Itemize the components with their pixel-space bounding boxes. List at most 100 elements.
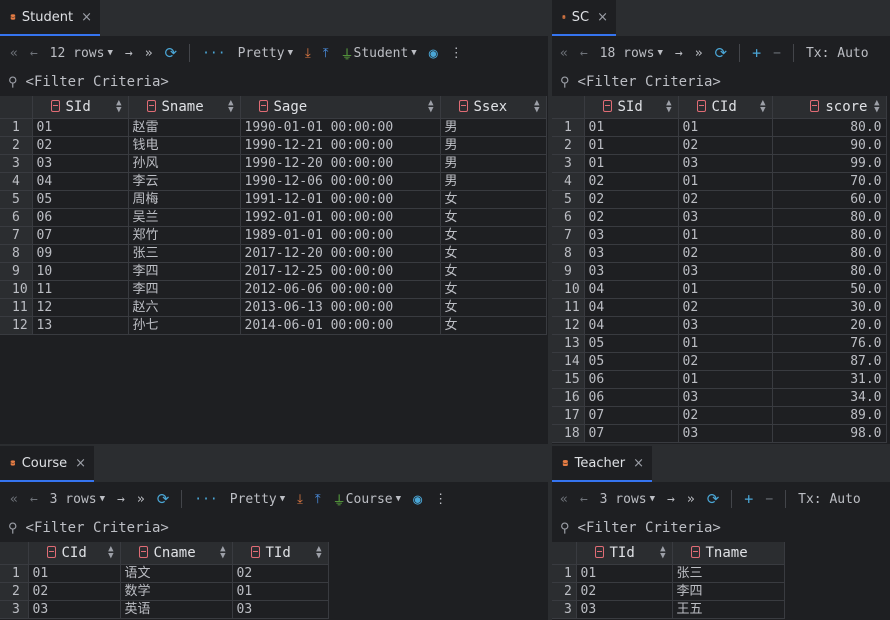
table-row[interactable]: 6 06 吴兰 1992-01-01 00:00:00 女 bbox=[0, 208, 547, 227]
table-cell[interactable]: 89.0 bbox=[772, 406, 887, 425]
close-icon[interactable]: × bbox=[81, 10, 92, 25]
table-cell[interactable]: 01 bbox=[678, 172, 773, 191]
rows-count-dropdown[interactable]: 12 rows ▼ bbox=[44, 41, 119, 65]
rows-count-dropdown[interactable]: 3 rows ▼ bbox=[594, 487, 661, 511]
table-row[interactable]: 9 03 03 80.0 bbox=[552, 262, 887, 281]
table-cell[interactable]: 03 bbox=[584, 244, 679, 263]
sort-icon[interactable]: ▲ ▼ bbox=[874, 99, 879, 115]
table-row[interactable]: 14 05 02 87.0 bbox=[552, 352, 887, 371]
table-cell[interactable]: 05 bbox=[584, 334, 679, 353]
table-cell[interactable]: 1991-12-01 00:00:00 bbox=[240, 190, 441, 209]
table-cell[interactable]: 张三 bbox=[672, 564, 785, 583]
table-row[interactable]: 11 12 赵六 2013-06-13 00:00:00 女 bbox=[0, 298, 547, 317]
sort-icon[interactable]: ▲ ▼ bbox=[108, 545, 113, 561]
filter-criteria[interactable]: <Filter Criteria> bbox=[26, 74, 169, 90]
table-row[interactable]: 1 01 赵雷 1990-01-01 00:00:00 男 bbox=[0, 118, 547, 137]
table-cell[interactable]: 03 bbox=[584, 262, 679, 281]
table-cell[interactable]: 郑竹 bbox=[128, 226, 241, 245]
last-page-icon[interactable]: » bbox=[689, 41, 709, 65]
kebab-menu-icon[interactable]: ⋮ bbox=[428, 487, 453, 511]
more-icon[interactable]: ··· bbox=[188, 487, 223, 511]
column-header[interactable]: CId ▲ ▼ bbox=[678, 96, 773, 119]
table-cell[interactable]: 99.0 bbox=[772, 154, 887, 173]
refresh-icon[interactable]: ⟳ bbox=[159, 41, 184, 65]
table-cell[interactable]: 01 bbox=[678, 118, 773, 137]
table-row[interactable]: 2 01 02 90.0 bbox=[552, 136, 887, 155]
student-filter-bar[interactable]: ⚲ <Filter Criteria> bbox=[0, 70, 548, 94]
sort-icon[interactable]: ▲ ▼ bbox=[760, 99, 765, 115]
table-cell[interactable]: 06 bbox=[584, 370, 679, 389]
tab-sc[interactable]: SC × bbox=[552, 0, 616, 36]
table-cell[interactable]: 女 bbox=[440, 244, 547, 263]
next-page-icon[interactable]: → bbox=[119, 41, 139, 65]
table-cell[interactable]: 男 bbox=[440, 154, 547, 173]
filter-criteria[interactable]: <Filter Criteria> bbox=[578, 520, 721, 536]
table-cell[interactable]: 80.0 bbox=[772, 244, 887, 263]
table-cell[interactable]: 03 bbox=[576, 600, 673, 619]
table-row[interactable]: 1 01 张三 bbox=[552, 564, 785, 583]
download-icon[interactable]: ⤓ bbox=[291, 487, 309, 511]
table-row[interactable]: 2 02 数学 01 bbox=[0, 582, 329, 601]
table-cell[interactable]: 34.0 bbox=[772, 388, 887, 407]
table-row[interactable]: 2 02 李四 bbox=[552, 582, 785, 601]
table-row[interactable]: 4 04 李云 1990-12-06 00:00:00 男 bbox=[0, 172, 547, 191]
column-header[interactable]: TId ▲ ▼ bbox=[232, 542, 329, 565]
refresh-icon[interactable]: ⟳ bbox=[701, 487, 726, 511]
table-cell[interactable]: 02 bbox=[28, 582, 121, 601]
table-row[interactable]: 18 07 03 98.0 bbox=[552, 424, 887, 443]
table-cell[interactable]: 01 bbox=[576, 564, 673, 583]
table-cell[interactable]: 04 bbox=[584, 298, 679, 317]
column-header[interactable]: Sage ▲ ▼ bbox=[240, 96, 441, 119]
table-row[interactable]: 12 04 03 20.0 bbox=[552, 316, 887, 335]
table-row[interactable]: 8 03 02 80.0 bbox=[552, 244, 887, 263]
column-header[interactable]: Sname ▲ ▼ bbox=[128, 96, 241, 119]
table-row[interactable]: 3 03 英语 03 bbox=[0, 600, 329, 619]
table-cell[interactable]: 10 bbox=[32, 262, 129, 281]
table-cell[interactable]: 06 bbox=[584, 388, 679, 407]
tab-course[interactable]: Course × bbox=[0, 446, 94, 482]
add-row-icon[interactable]: + bbox=[738, 487, 759, 511]
next-page-icon[interactable]: → bbox=[669, 41, 689, 65]
sort-icon[interactable]: ▲ ▼ bbox=[220, 545, 225, 561]
last-page-icon[interactable]: » bbox=[139, 41, 159, 65]
table-cell[interactable]: 女 bbox=[440, 208, 547, 227]
table-cell[interactable]: 王五 bbox=[672, 600, 785, 619]
tx-mode-dropdown[interactable]: Tx: Auto bbox=[800, 41, 875, 65]
table-cell[interactable]: 2017-12-20 00:00:00 bbox=[240, 244, 441, 263]
table-cell[interactable]: 76.0 bbox=[772, 334, 887, 353]
table-cell[interactable]: 12 bbox=[32, 298, 129, 317]
table-cell[interactable]: 01 bbox=[678, 280, 773, 299]
table-cell[interactable]: 男 bbox=[440, 118, 547, 137]
table-cell[interactable]: 男 bbox=[440, 172, 547, 191]
table-cell[interactable]: 03 bbox=[232, 600, 329, 619]
sort-icon[interactable]: ▲ ▼ bbox=[534, 99, 539, 115]
table-cell[interactable]: 2013-06-13 00:00:00 bbox=[240, 298, 441, 317]
table-cell[interactable]: 02 bbox=[584, 190, 679, 209]
table-row[interactable]: 9 10 李四 2017-12-25 00:00:00 女 bbox=[0, 262, 547, 281]
table-cell[interactable]: 2014-06-01 00:00:00 bbox=[240, 316, 441, 335]
table-cell[interactable]: 女 bbox=[440, 280, 547, 299]
table-cell[interactable]: 2012-06-06 00:00:00 bbox=[240, 280, 441, 299]
table-cell[interactable]: 周梅 bbox=[128, 190, 241, 209]
table-row[interactable]: 13 05 01 76.0 bbox=[552, 334, 887, 353]
table-cell[interactable]: 02 bbox=[232, 564, 329, 583]
column-header[interactable]: SId ▲ ▼ bbox=[584, 96, 679, 119]
more-icon[interactable]: ··· bbox=[196, 41, 231, 65]
table-row[interactable]: 2 02 钱电 1990-12-21 00:00:00 男 bbox=[0, 136, 547, 155]
prev-page-icon[interactable]: ← bbox=[24, 41, 44, 65]
remove-row-icon[interactable]: − bbox=[767, 41, 787, 65]
table-cell[interactable]: 87.0 bbox=[772, 352, 887, 371]
table-row[interactable]: 16 06 03 34.0 bbox=[552, 388, 887, 407]
table-cell[interactable]: 02 bbox=[678, 190, 773, 209]
table-cell[interactable]: 04 bbox=[32, 172, 129, 191]
table-row[interactable]: 1 01 01 80.0 bbox=[552, 118, 887, 137]
table-row[interactable]: 4 02 01 70.0 bbox=[552, 172, 887, 191]
sort-icon[interactable]: ▲ ▼ bbox=[228, 99, 233, 115]
table-cell[interactable]: 女 bbox=[440, 226, 547, 245]
table-cell[interactable]: 02 bbox=[678, 244, 773, 263]
table-row[interactable]: 15 06 01 31.0 bbox=[552, 370, 887, 389]
sc-filter-bar[interactable]: ⚲ <Filter Criteria> bbox=[552, 70, 890, 94]
table-cell[interactable]: 1990-12-20 00:00:00 bbox=[240, 154, 441, 173]
datasource-dropdown[interactable]: ⏚ Course ▼ bbox=[327, 487, 407, 511]
table-cell[interactable]: 07 bbox=[584, 406, 679, 425]
